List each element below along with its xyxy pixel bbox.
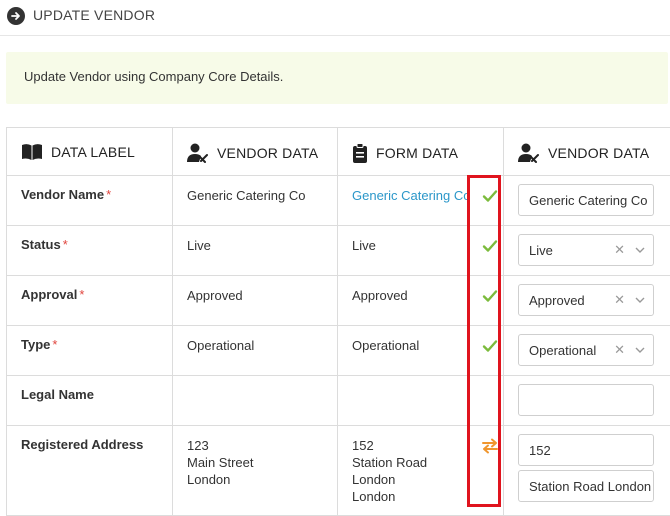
form-value: Live [352, 237, 376, 254]
table-row: Status* Live Live Live ✕ [7, 226, 670, 276]
info-banner-text: Update Vendor using Company Core Details… [24, 69, 283, 84]
vendor-value: Approved [187, 287, 243, 304]
edit-cell: Live ✕ [504, 226, 670, 276]
table-row: Type* Operational Operational Operationa… [7, 326, 670, 376]
column-header-label-text: DATA LABEL [51, 144, 135, 160]
check-icon [481, 337, 499, 355]
form-value-cell: Generic Catering Co [338, 176, 504, 226]
address-line: London [352, 488, 427, 505]
vendor-value-cell: Live [173, 226, 338, 276]
clear-icon[interactable]: ✕ [614, 342, 625, 358]
label-cell: Approval* [7, 276, 173, 326]
vendor-value-cell: Operational [173, 326, 338, 376]
table-row: Legal Name [7, 376, 670, 426]
vendor-address: 123 Main Street London [187, 437, 253, 488]
column-header-form-text: FORM DATA [376, 145, 458, 161]
table-row: Registered Address 123 Main Street Londo… [7, 426, 670, 516]
column-header-vendor-edit: VENDOR DATA [504, 128, 670, 176]
field-label: Approval [21, 287, 77, 302]
form-value-link[interactable]: Generic Catering Co [352, 187, 471, 204]
status-select-value: Live [529, 243, 553, 258]
edit-cell: Generic Catering Co [504, 176, 670, 226]
address-line: 152 [352, 437, 427, 454]
field-label: Vendor Name [21, 187, 104, 202]
required-marker: * [52, 337, 57, 352]
column-header-vendor-text: VENDOR DATA [217, 145, 318, 161]
form-value-cell: Live [338, 226, 504, 276]
clear-icon[interactable]: ✕ [614, 242, 625, 258]
form-value-cell [338, 376, 504, 426]
address-line: London [187, 471, 253, 488]
approval-select-value: Approved [529, 293, 585, 308]
table-row: Approval* Approved Approved Approved ✕ [7, 276, 670, 326]
user-edit-icon [518, 143, 540, 163]
check-icon [481, 187, 499, 205]
address-line: London [352, 471, 427, 488]
vendor-value-cell [173, 376, 338, 426]
chevron-down-icon[interactable] [635, 246, 645, 254]
label-cell: Vendor Name* [7, 176, 173, 226]
label-cell: Legal Name [7, 376, 173, 426]
edit-cell: 152 Station Road London [504, 426, 670, 516]
vendor-value-cell: 123 Main Street London [173, 426, 338, 516]
address-line: 123 [187, 437, 253, 454]
type-select-value: Operational [529, 343, 596, 358]
legal-name-input[interactable] [518, 384, 654, 416]
address-line: Main Street [187, 454, 253, 471]
clear-icon[interactable]: ✕ [614, 292, 625, 308]
clipboard-icon [352, 143, 368, 163]
check-icon [481, 237, 499, 255]
chevron-down-icon[interactable] [635, 346, 645, 354]
edit-cell [504, 376, 670, 426]
form-value-cell: 152 Station Road London London [338, 426, 504, 516]
form-value-cell: Approved [338, 276, 504, 326]
label-cell: Registered Address [7, 426, 173, 516]
column-header-form: FORM DATA [338, 128, 504, 176]
field-label: Status [21, 237, 61, 252]
form-value: Approved [352, 287, 408, 304]
label-cell: Status* [7, 226, 173, 276]
vendor-value-cell: Approved [173, 276, 338, 326]
arrow-circle-right-icon[interactable] [7, 7, 25, 25]
column-header-vendor: VENDOR DATA [173, 128, 338, 176]
form-address: 152 Station Road London London [352, 437, 427, 505]
address-line: Station Road [352, 454, 427, 471]
info-banner: Update Vendor using Company Core Details… [6, 52, 668, 104]
required-marker: * [63, 237, 68, 252]
approval-select[interactable]: Approved ✕ [518, 284, 654, 316]
table-row: Vendor Name* Generic Catering Co Generic… [7, 176, 670, 226]
field-label: Registered Address [21, 437, 143, 452]
page-title: UPDATE VENDOR [33, 7, 155, 23]
vendor-value: Live [187, 237, 211, 254]
chevron-down-icon[interactable] [635, 296, 645, 304]
required-marker: * [106, 187, 111, 202]
vendor-value: Operational [187, 337, 254, 354]
status-select[interactable]: Live ✕ [518, 234, 654, 266]
column-header-label: DATA LABEL [7, 128, 173, 176]
type-select[interactable]: Operational ✕ [518, 334, 654, 366]
address-line2-input[interactable]: Station Road London [518, 470, 654, 502]
form-value: Operational [352, 337, 419, 354]
vendor-value: Generic Catering Co [187, 187, 306, 204]
vendor-compare-table: DATA LABEL VENDOR DATA FORM DATA VENDOR … [6, 127, 670, 516]
edit-cell: Approved ✕ [504, 276, 670, 326]
vendor-value-cell: Generic Catering Co [173, 176, 338, 226]
column-header-vendor-edit-text: VENDOR DATA [548, 145, 649, 161]
page-header: UPDATE VENDOR [0, 0, 670, 36]
label-cell: Type* [7, 326, 173, 376]
required-marker: * [79, 287, 84, 302]
table-header-row: DATA LABEL VENDOR DATA FORM DATA VENDOR … [7, 128, 670, 176]
form-value-cell: Operational [338, 326, 504, 376]
edit-cell: Operational ✕ [504, 326, 670, 376]
address-line1-input[interactable]: 152 [518, 434, 654, 466]
field-label: Legal Name [21, 387, 94, 402]
user-edit-icon [187, 143, 209, 163]
book-icon [21, 143, 43, 161]
vendor-name-input[interactable]: Generic Catering Co [518, 184, 654, 216]
swap-arrows-icon[interactable] [481, 437, 499, 455]
field-label: Type [21, 337, 50, 352]
check-icon [481, 287, 499, 305]
